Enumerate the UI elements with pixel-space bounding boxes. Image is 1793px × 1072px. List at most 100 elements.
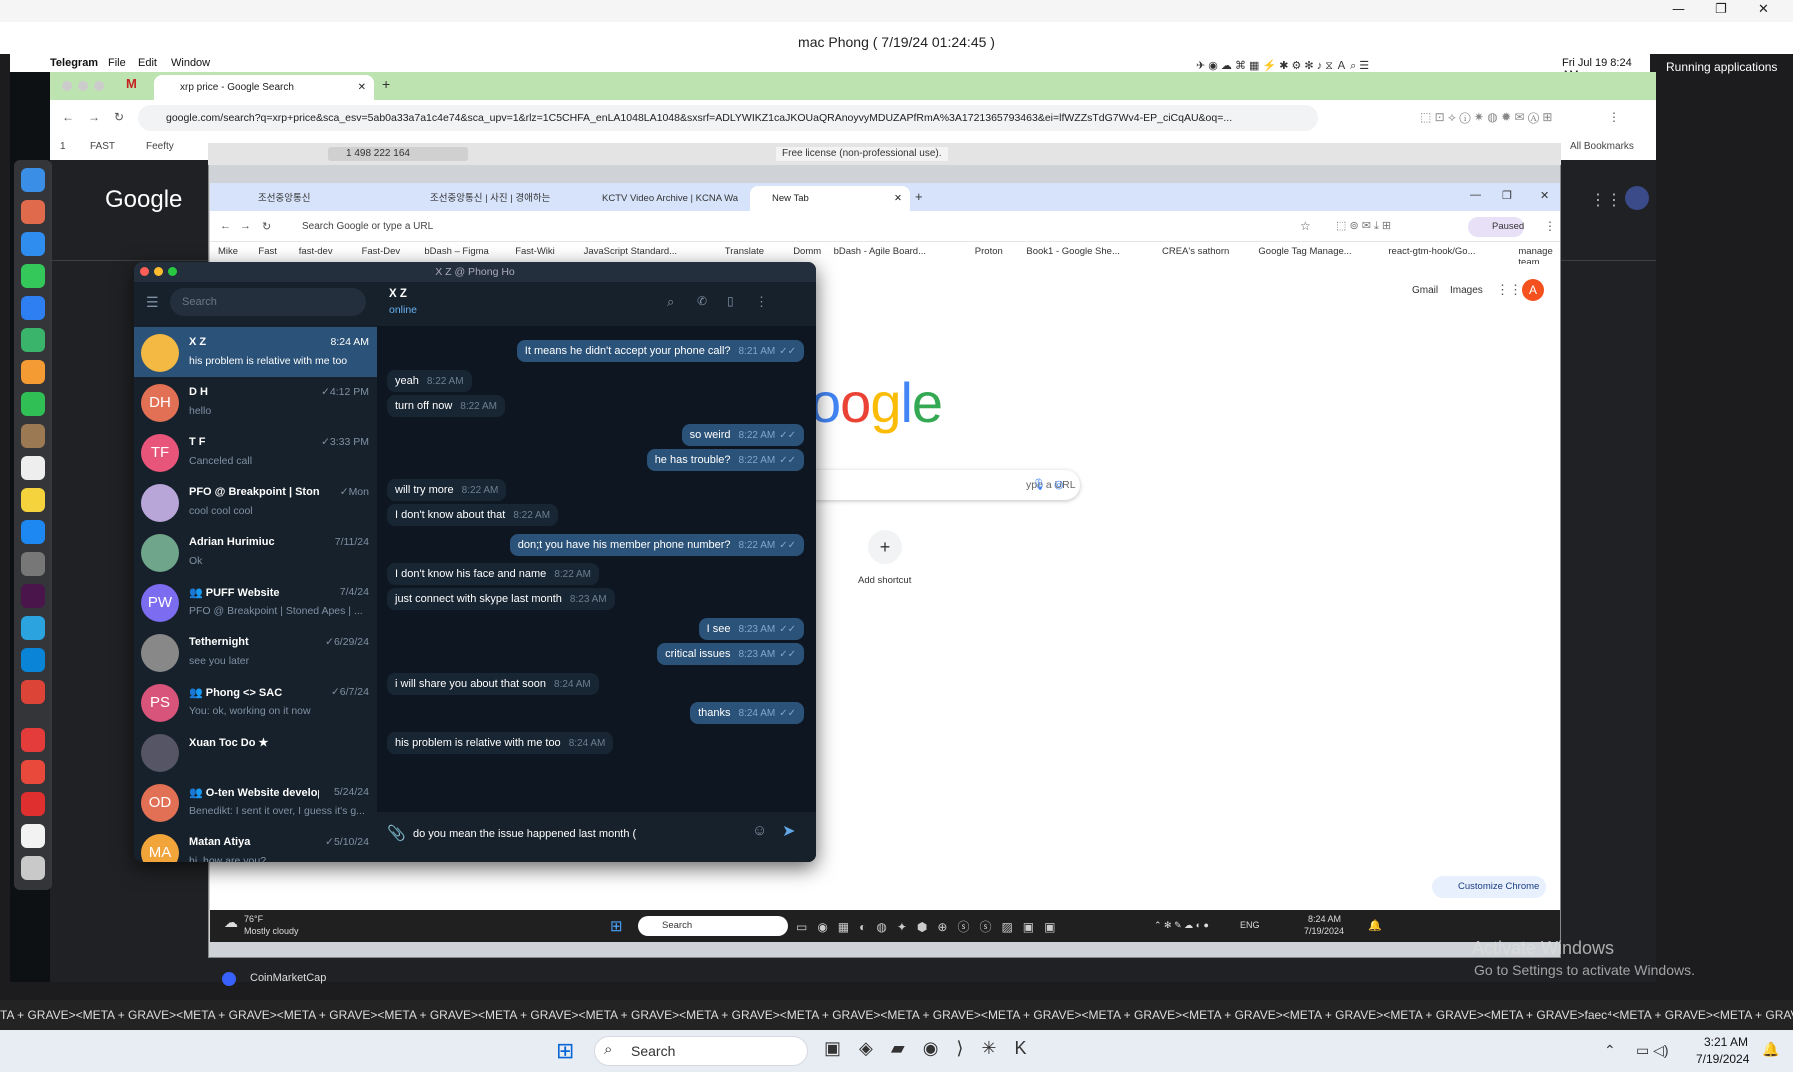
restore-icon[interactable]: ❐ (1715, 2, 1727, 17)
incoming-message[interactable]: I don't know about that 8:22 AM (387, 504, 559, 526)
close-icon[interactable]: ✕ (1758, 2, 1769, 17)
tab-close-icon[interactable]: ✕ (358, 75, 366, 100)
incoming-message[interactable]: I don't know his face and name 8:22 AM (387, 563, 600, 585)
outgoing-message[interactable]: It means he didn't accept your phone cal… (516, 340, 804, 362)
network-volume-icons[interactable]: ▭ ◁) (1636, 1042, 1669, 1059)
skype-icon[interactable] (21, 648, 45, 672)
back-icon[interactable]: ← (220, 220, 231, 232)
pinned-app-icons[interactable]: ▭◉▦◐◍✦⬢⊕ⓢⓢ▨▣▣ (796, 918, 1065, 935)
tab-xrp-price[interactable]: xrp price - Google Search ✕ (154, 75, 374, 100)
weather-icon[interactable]: ☁ (224, 914, 238, 931)
vm-clock-time[interactable]: 8:24 AM (1308, 914, 1341, 924)
profile-avatar[interactable] (1625, 186, 1649, 210)
minimize-icon[interactable]: — (1672, 2, 1685, 17)
voice-search-icon[interactable]: 🎙 (1032, 478, 1046, 491)
bookmark-item[interactable]: CREA's sathorn (1162, 246, 1229, 257)
trash-icon[interactable] (21, 856, 45, 880)
coinmarketcap-result[interactable]: CoinMarketCap (250, 972, 326, 984)
document-icon[interactable] (21, 824, 45, 848)
reload-icon[interactable]: ↻ (262, 220, 271, 233)
window-maximize-icon[interactable]: ❐ (1502, 189, 1512, 202)
bookmark-item[interactable]: Fast-Dev (362, 246, 401, 257)
finder-icon[interactable] (21, 168, 45, 192)
bookmark-item[interactable]: Translate (725, 246, 764, 257)
notification-bell-icon[interactable]: 🔔 (1762, 1041, 1779, 1058)
slack-icon[interactable] (21, 584, 45, 608)
incoming-message[interactable]: turn off now 8:22 AM (387, 395, 505, 417)
outgoing-message[interactable]: don;t you have his member phone number? 8… (509, 534, 804, 556)
messages-icon[interactable] (21, 264, 45, 288)
bookmark-item[interactable]: Domm (793, 246, 821, 257)
add-shortcut-button[interactable]: + (868, 530, 902, 564)
tab-close-icon[interactable]: ✕ (894, 186, 902, 211)
chat-list-item[interactable]: TF T F Canceled call ✓3:33 PM (134, 427, 377, 477)
incoming-message[interactable]: his problem is relative with me too 8:24 … (387, 732, 614, 754)
new-tab-button[interactable]: + (915, 189, 923, 204)
menu-edit[interactable]: Edit (138, 57, 157, 69)
status-icons[interactable]: ✈ ◉ ☁ ⌘ ▦ ⚡ ✱ ⚙ ✻ ♪ ⧖ Ａ ⌕ ☰ (1196, 57, 1369, 73)
notification-icon[interactable]: 🔔 (1368, 919, 1382, 932)
mail-icon[interactable] (21, 296, 45, 320)
tray-icons[interactable]: ⌃ ✻ ✎ ☁ ◐ ● (1154, 920, 1209, 931)
bookmark-item[interactable]: Fast-Wiki (515, 246, 555, 257)
all-bookmarks[interactable]: All Bookmarks (1570, 141, 1634, 152)
tab-kctv[interactable]: KCTV Video Archive | KCNA Wa (580, 186, 740, 211)
vm-clock-date[interactable]: 7/19/2024 (1304, 926, 1344, 936)
taskbar-search[interactable]: Search (638, 916, 788, 936)
traffic-light-close[interactable] (62, 81, 72, 91)
send-icon[interactable]: ➤ (782, 821, 795, 841)
window-close-icon[interactable]: ✕ (1540, 189, 1549, 202)
app-store-icon[interactable] (21, 520, 45, 544)
running-applications-label[interactable]: Running applications (1650, 54, 1793, 80)
bookmark-item[interactable]: bDash – Figma (424, 246, 488, 257)
incoming-message[interactable]: will try more 8:22 AM (387, 479, 507, 501)
phone-icon[interactable]: ✆ (697, 294, 707, 308)
contacts-icon[interactable] (21, 424, 45, 448)
chrome-menu-icon[interactable]: ⋮ (1544, 219, 1556, 233)
sidebar-toggle-icon[interactable]: ▯ (727, 294, 734, 308)
tab-kcna-2[interactable]: 조선중앙통신 | 사진 | 경애하는 (408, 186, 568, 211)
chrome-menu-icon[interactable]: ⋮ (1608, 110, 1620, 124)
notes-icon[interactable] (21, 488, 45, 512)
anydesk-icon[interactable] (21, 728, 45, 752)
outgoing-message[interactable]: critical issues 8:23 AM ✓✓ (657, 643, 804, 665)
bookmark-item[interactable]: react-gtm-hook/Go... (1388, 246, 1475, 257)
message-input[interactable]: do you mean the issue happened last mont… (413, 822, 713, 846)
images-link[interactable]: Images (1450, 285, 1483, 296)
bookmark-item[interactable]: Book1 - Google She... (1026, 246, 1119, 257)
chat-list-item[interactable]: Tethernight see you later ✓6/29/24 (134, 627, 377, 677)
incoming-message[interactable]: i will share you about that soon 8:24 AM (387, 673, 599, 695)
traffic-light-min[interactable] (78, 81, 88, 91)
google-logo[interactable]: oogle (810, 370, 943, 435)
new-tab-button[interactable]: + (382, 76, 390, 92)
gmail-link[interactable]: Gmail (1412, 285, 1438, 296)
bookmark-folder-1[interactable]: 1 (60, 141, 66, 152)
traffic-light-min[interactable] (154, 267, 163, 276)
system-settings-icon[interactable] (21, 552, 45, 576)
menu-app-telegram[interactable]: Telegram (50, 57, 98, 69)
bookmark-item[interactable]: Fast (258, 246, 276, 257)
omnibox[interactable]: Search Google or type a URL (282, 216, 1322, 238)
chat-header-name[interactable]: X Z (389, 288, 407, 300)
bookmark-item[interactable]: Google Tag Manage... (1258, 246, 1351, 257)
outgoing-message[interactable]: he has trouble? 8:22 AM ✓✓ (646, 449, 804, 471)
start-icon[interactable]: ⊞ (556, 1038, 574, 1064)
outgoing-message[interactable]: I see 8:23 AM ✓✓ (698, 618, 804, 640)
tab-new-tab[interactable]: New Tab ✕ (750, 186, 910, 211)
traffic-light-max[interactable] (168, 267, 177, 276)
google-logo[interactable]: Google (105, 186, 182, 214)
bookmark-folder-feefty[interactable]: Feefty (146, 141, 174, 152)
extension-icons[interactable]: ⬚ ⊚ ✉ ⤓ ⊞ (1336, 219, 1391, 233)
tab-kcna-1[interactable]: 조선중앙통신 (236, 186, 396, 211)
bookmark-item[interactable]: Mike (218, 246, 238, 257)
more-menu-icon[interactable]: ⋮ (755, 294, 768, 310)
search-icon[interactable]: ⌕ (667, 294, 674, 310)
bookmark-item[interactable]: JavaScript Standard... (584, 246, 677, 257)
bookmark-item[interactable]: fast-dev (299, 246, 333, 257)
chat-list-item[interactable]: Adrian Hurimiuc Ok 7/11/24 (134, 527, 377, 577)
facetime-icon[interactable] (21, 392, 45, 416)
traffic-light-max[interactable] (94, 81, 104, 91)
host-clock-date[interactable]: 7/19/2024 (1696, 1052, 1749, 1066)
language-indicator[interactable]: ENG (1240, 920, 1260, 930)
taskbar-search[interactable]: Search (594, 1036, 808, 1066)
